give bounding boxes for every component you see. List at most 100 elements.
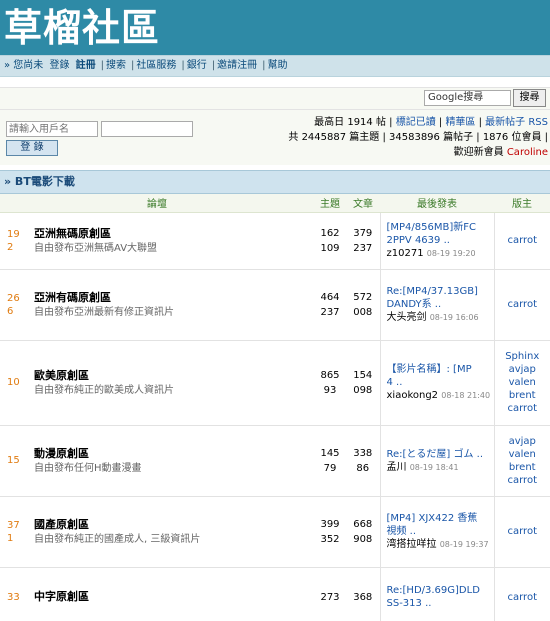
moderator-link[interactable]: valen [495,376,550,389]
post-count-value: 154 [353,369,373,381]
forum-name-link[interactable]: 國產原創區 [34,517,314,533]
forum-today-count: 26 6 [0,269,30,341]
forum-today-count: 10 [0,340,30,426]
moderator-link[interactable]: Sphinx [495,350,550,363]
nav-link-invite[interactable]: 邀請注冊 [217,60,257,71]
moderator-link[interactable]: avjap [495,435,550,448]
moderators: Sphinx avjap valen brent carrot [494,340,550,426]
forum-name-link[interactable]: 動漫原創區 [34,446,314,462]
stats-line-2: 共 2445887 篇主題 | 34583896 篇帖子 | 1876 位會員 … [288,132,548,143]
today-count-value: 19 [7,228,20,240]
site-stats: 最高日 1914 帖 | 標記已讀 | 精華區 | 最新帖子 RSS 共 244… [288,115,548,160]
last-post-date: 08-19 19:20 [426,249,476,258]
topic-count-value: 352 [320,533,340,545]
post-count: 379 237 [346,212,381,270]
nav-login-link[interactable]: 登錄 [49,60,69,71]
today-count-value: 2 [7,241,14,253]
moderators: carrot [494,212,550,270]
last-post: [MP4/856MB]新FC 2PPV 4639 .. z10271 08-19 1… [380,212,495,270]
last-post-title-link[interactable]: 4 .. [387,376,494,389]
last-post-meta: z10271 08-19 19:20 [387,247,494,260]
site-logo[interactable]: 草榴社區 [4,6,160,50]
today-count-value: 10 [7,377,20,388]
moderator-link[interactable]: carrot [495,474,550,487]
forum-info: 亞洲無碼原創區 自由發布亞洲無碼AV大聯盟 [30,212,314,270]
new-member-link[interactable]: Caroline [507,147,548,158]
password-input[interactable] [101,121,193,137]
forum-name-link[interactable]: 中字原創區 [34,589,314,605]
last-post-author[interactable]: 湾搭拉咩拉 [387,539,437,550]
nav-separator: | [181,60,185,71]
last-post-title-link[interactable]: Re:[とるだ屋] ゴム .. [387,448,494,461]
username-input[interactable] [6,121,98,137]
last-post-meta: xiaokong2 08-18 21:40 [387,389,494,402]
moderator-link[interactable]: carrot [495,298,550,311]
last-post: Re:[とるだ屋] ゴム .. 孟川 08-19 18:41 [380,425,495,497]
topic-count: 162 109 [314,212,346,270]
last-post-author[interactable]: xiaokong2 [387,390,439,401]
mark-read-link[interactable]: 標記已讀 [396,117,436,128]
topic-count-value: 273 [320,591,340,603]
forum-name-link[interactable]: 歐美原創區 [34,368,314,384]
topic-count: 865 93 [314,340,346,426]
last-post-author[interactable]: z10271 [387,248,424,259]
moderators: carrot [494,269,550,341]
forum-info: 中字原創區 [30,567,314,621]
forum-description: 自由發布任何H動畫漫畫 [34,462,142,474]
forum-name-link[interactable]: 亞洲無碼原創區 [34,226,314,242]
forum-name-link[interactable]: 亞洲有碼原創區 [34,290,314,306]
moderator-link[interactable]: carrot [495,591,550,604]
last-post-title-link[interactable]: [MP4] XJX422 香蕉 [387,512,494,525]
post-count: 154 098 [346,340,381,426]
last-post-date: 08-19 19:37 [439,540,489,549]
essence-link[interactable]: 精華區 [445,117,475,128]
last-post-title-link[interactable]: 【影片名稱】: [MP [387,363,494,376]
last-post-title-link[interactable]: [MP4/856MB]新FC [387,221,494,234]
nav-register-link[interactable]: 註冊 [76,60,96,71]
last-post-title-link[interactable]: 視频 .. [387,525,494,538]
google-search-input[interactable]: Google搜尋 [424,90,511,106]
post-count-value: 572 [353,291,373,303]
last-post-meta: 大头亮剑 08-19 16:06 [387,311,494,324]
nav-link-search[interactable]: 搜索 [106,60,126,71]
last-post-author[interactable]: 大头亮剑 [387,312,427,323]
welcome-text: 歡迎新會員 [453,147,504,158]
nav-separator: | [262,60,266,71]
moderator-link[interactable]: avjap [495,363,550,376]
last-post-title-link[interactable]: DANDY系 .. [387,298,494,311]
today-count-value: 33 [7,591,20,603]
last-post-date: 08-18 21:40 [441,391,491,400]
moderator-link[interactable]: brent [495,389,550,402]
today-count-value: 6 [7,305,14,317]
moderator-link[interactable]: carrot [495,234,550,247]
moderator-link[interactable]: brent [495,461,550,474]
moderator-link[interactable]: carrot [495,525,550,538]
forum-info: 動漫原創區 自由發布任何H動畫漫畫 [30,425,314,497]
today-count-value: 37 [7,519,20,531]
topic-count-value: 79 [323,462,337,474]
last-post-author[interactable]: 孟川 [387,462,407,473]
topic-count-value: 162 [320,227,340,239]
post-count: 668 908 [346,496,381,568]
nav-link-help[interactable]: 幫助 [268,60,288,71]
table-header-row: 論壇 主題 文章 最後發表 版主 [0,194,550,213]
moderator-link[interactable]: carrot [495,402,550,415]
section-title[interactable]: » BT電影下載 [0,170,550,194]
nav-link-community[interactable]: 社區服務 [136,60,176,71]
last-post-title-link[interactable]: Re:[MP4/37.13GB] [387,285,494,298]
last-post-title-link[interactable]: SS-313 .. [387,597,494,610]
nav-link-bank[interactable]: 銀行 [187,60,207,71]
last-post-title-link[interactable]: 2PPV 4639 .. [387,234,494,247]
last-post-title-link[interactable]: Re:[HD/3.69G]DLD [387,584,494,597]
post-count: 338 86 [346,425,381,497]
login-button[interactable]: 登 錄 [6,140,58,156]
forum-description: 自由發布純正的國產成人, 三級資訊片 [34,533,201,545]
moderator-link[interactable]: valen [495,448,550,461]
newest-posts-rss-link[interactable]: 最新帖子 RSS [485,117,548,128]
search-button[interactable]: 搜尋 [513,89,546,107]
post-count-value: 379 [353,227,373,239]
today-count-value: 26 [7,292,20,304]
post-count-value: 098 [353,384,373,396]
last-post: Re:[HD/3.69G]DLD SS-313 .. [380,567,495,621]
post-count-value: 338 [353,447,373,459]
